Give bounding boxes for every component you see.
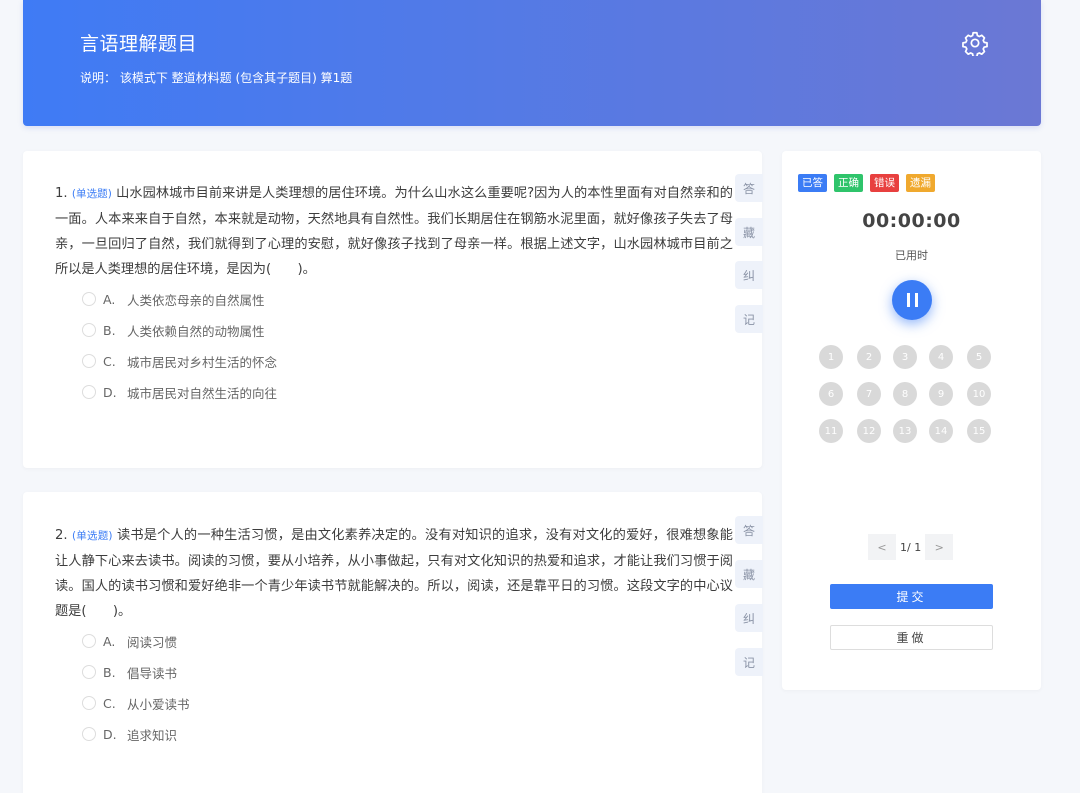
question-number-button[interactable]: 9	[929, 382, 953, 406]
question-number-button[interactable]: 15	[967, 419, 991, 443]
answer-sheet-panel: 已答 正确 错误 遗漏 00:00:00 已用时 1 2 3 4 5 6 7 8…	[782, 151, 1041, 690]
radio-button[interactable]	[82, 665, 96, 679]
radio-button[interactable]	[82, 385, 96, 399]
option-letter: C.	[103, 695, 116, 711]
question-stem: 1. (单选题) 山水园林城市目前来讲是人类理想的居住环境。为什么山水这么重要呢…	[55, 181, 733, 282]
option-text: 倡导读书	[127, 665, 178, 681]
option-a[interactable]: A. 人类依恋母亲的自然属性	[82, 289, 265, 309]
option-c[interactable]: C. 从小爱读书	[82, 693, 190, 713]
option-b[interactable]: B. 人类依赖自然的动物属性	[82, 320, 265, 340]
page-title: 言语理解题目	[80, 33, 198, 55]
option-text: 城市居民对乡村生活的怀念	[127, 354, 278, 370]
option-b[interactable]: B. 倡导读书	[82, 662, 177, 682]
question-number-button[interactable]: 2	[857, 345, 881, 369]
page-indicator: 1/ 1	[900, 540, 922, 554]
radio-button[interactable]	[82, 727, 96, 741]
option-letter: B.	[103, 322, 116, 338]
pagination: < 1/ 1 >	[868, 534, 954, 560]
legend-correct: 正确	[834, 174, 863, 192]
option-text: 阅读习惯	[127, 634, 178, 650]
tab-answer[interactable]: 答	[735, 174, 763, 202]
question-stem: 2. (单选题) 读书是个人的一种生活习惯，是由文化素养决定的。没有对知识的追求…	[55, 523, 733, 624]
question-number-button[interactable]: 8	[893, 382, 917, 406]
page-header: 言语理解题目 说明： 该模式下 整道材料题 (包含其子题目) 算1题	[23, 0, 1041, 126]
option-d[interactable]: D. 追求知识	[82, 724, 177, 744]
radio-button[interactable]	[82, 634, 96, 648]
option-text: 从小爱读书	[127, 696, 190, 712]
question-number-button[interactable]: 10	[967, 382, 991, 406]
option-c[interactable]: C. 城市居民对乡村生活的怀念	[82, 351, 277, 371]
option-letter: D.	[103, 726, 117, 742]
question-card: 1. (单选题) 山水园林城市目前来讲是人类理想的居住环境。为什么山水这么重要呢…	[23, 151, 762, 468]
option-letter: B.	[103, 664, 116, 680]
tab-correct[interactable]: 纠	[735, 261, 763, 289]
status-legend: 已答 正确 错误 遗漏	[798, 174, 935, 192]
legend-wrong: 错误	[870, 174, 899, 192]
redo-button[interactable]: 重做	[830, 625, 993, 650]
option-text: 城市居民对自然生活的向往	[127, 385, 278, 401]
submit-button[interactable]: 提交	[830, 584, 993, 609]
tab-correct[interactable]: 纠	[735, 604, 763, 632]
question-type: (单选题)	[71, 188, 112, 200]
prev-page-button[interactable]: <	[868, 534, 896, 560]
question-number-button[interactable]: 1	[819, 345, 843, 369]
option-text: 追求知识	[127, 727, 178, 743]
option-text: 人类依赖自然的动物属性	[127, 323, 265, 339]
tab-note[interactable]: 记	[735, 305, 763, 333]
question-number-button[interactable]: 4	[929, 345, 953, 369]
tab-collect[interactable]: 藏	[735, 560, 763, 588]
option-text: 人类依恋母亲的自然属性	[127, 292, 265, 308]
question-number: 2.	[55, 528, 68, 543]
question-number-button[interactable]: 7	[857, 382, 881, 406]
question-number-button[interactable]: 13	[893, 419, 917, 443]
legend-missed: 遗漏	[906, 174, 935, 192]
question-text: 读书是个人的一种生活习惯，是由文化素养决定的。没有对知识的追求，没有对文化的爱好…	[55, 528, 733, 619]
mode-description: 说明： 该模式下 整道材料题 (包含其子题目) 算1题	[80, 71, 353, 85]
radio-button[interactable]	[82, 696, 96, 710]
question-text: 山水园林城市目前来讲是人类理想的居住环境。为什么山水这么重要呢?因为人的本性里面…	[55, 186, 733, 277]
elapsed-timer: 00:00:00	[862, 210, 961, 232]
pause-icon	[904, 293, 920, 307]
option-d[interactable]: D. 城市居民对自然生活的向往	[82, 382, 277, 402]
option-letter: D.	[103, 384, 117, 400]
question-number-button[interactable]: 3	[893, 345, 917, 369]
question-number: 1.	[55, 186, 68, 201]
question-number-button[interactable]: 5	[967, 345, 991, 369]
tab-answer[interactable]: 答	[735, 516, 763, 544]
next-page-button[interactable]: >	[925, 534, 954, 560]
option-letter: A.	[103, 633, 116, 649]
question-number-button[interactable]: 12	[857, 419, 881, 443]
radio-button[interactable]	[82, 292, 96, 306]
pause-button[interactable]	[892, 280, 932, 320]
option-letter: A.	[103, 291, 116, 307]
tab-collect[interactable]: 藏	[735, 218, 763, 246]
option-a[interactable]: A. 阅读习惯	[82, 631, 177, 651]
tab-note[interactable]: 记	[735, 648, 763, 676]
radio-button[interactable]	[82, 354, 96, 368]
question-card: 2. (单选题) 读书是个人的一种生活习惯，是由文化素养决定的。没有对知识的追求…	[23, 492, 762, 793]
legend-answered: 已答	[798, 174, 827, 192]
question-number-button[interactable]: 14	[929, 419, 953, 443]
gear-icon[interactable]	[962, 30, 988, 56]
timer-label: 已用时	[895, 249, 928, 262]
question-number-button[interactable]: 6	[819, 382, 843, 406]
question-type: (单选题)	[72, 530, 113, 542]
radio-button[interactable]	[82, 323, 96, 337]
question-number-button[interactable]: 11	[819, 419, 843, 443]
option-letter: C.	[103, 353, 116, 369]
